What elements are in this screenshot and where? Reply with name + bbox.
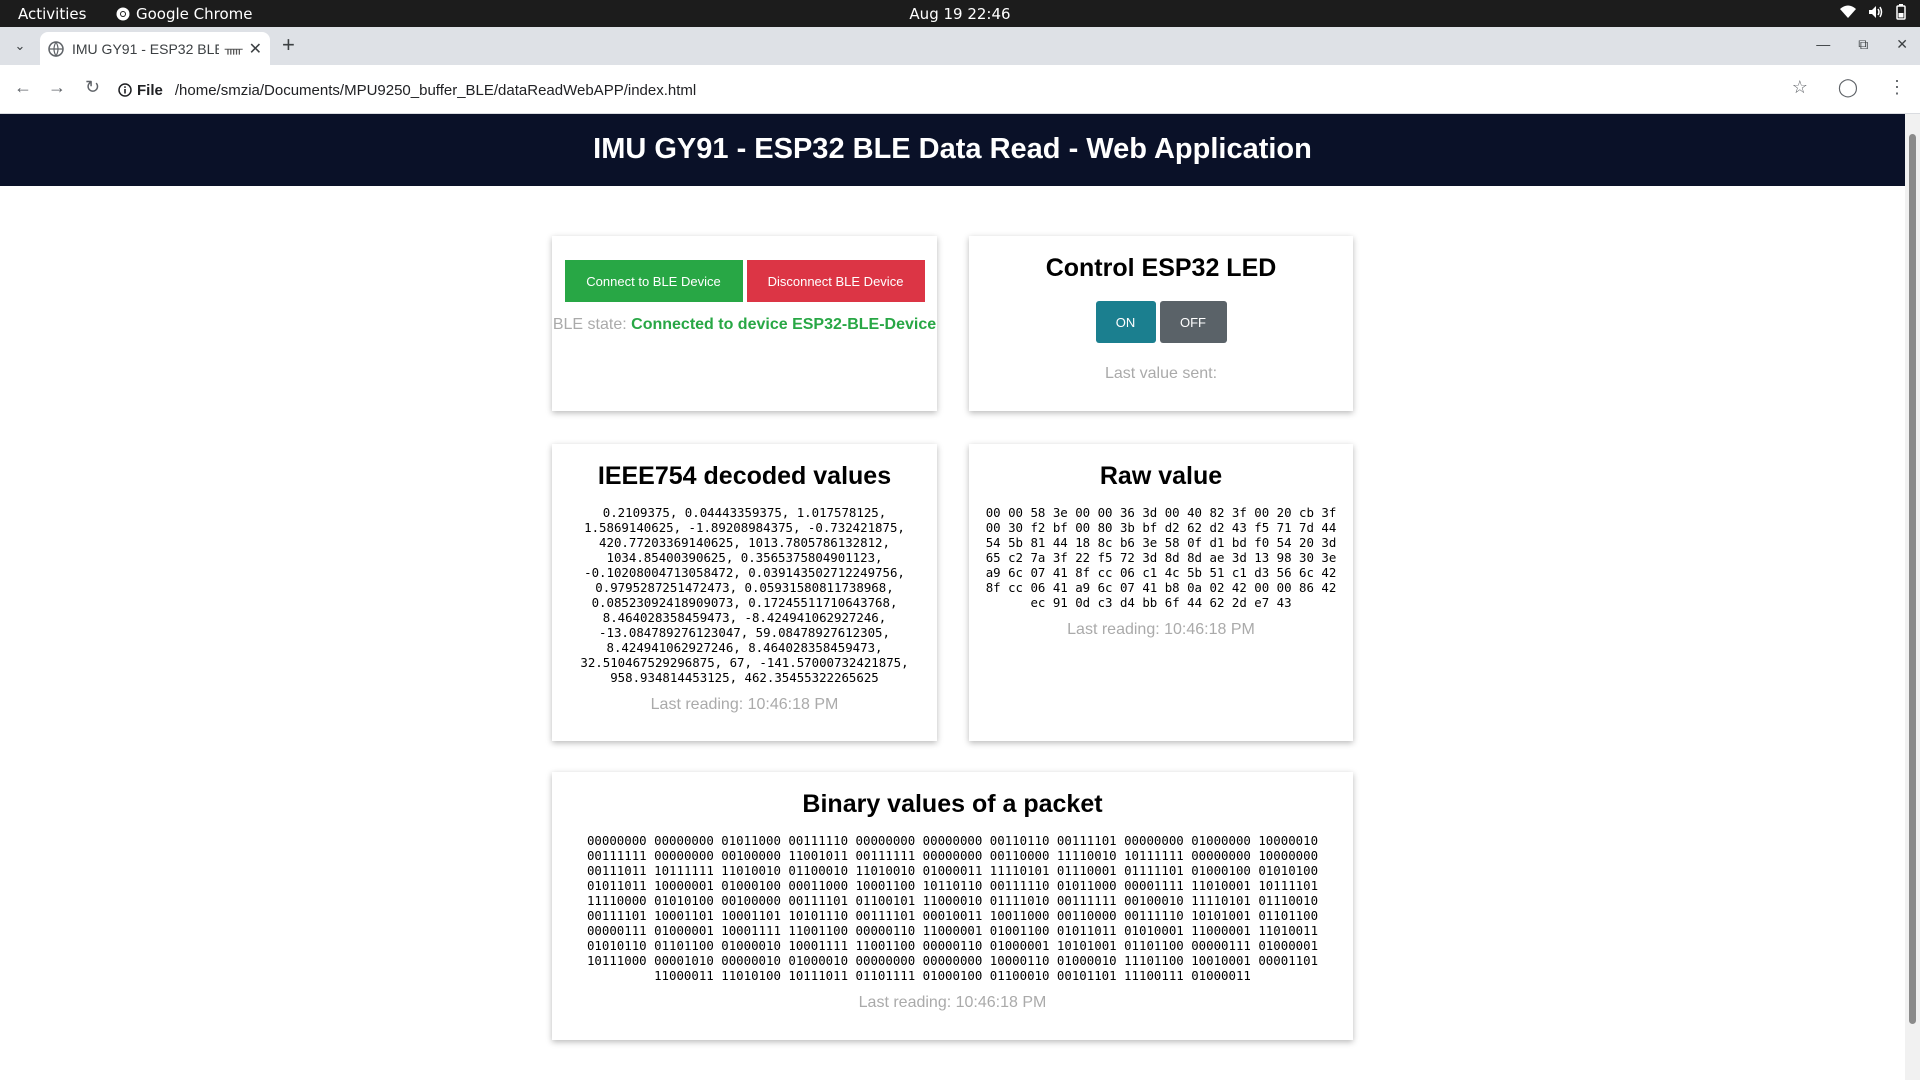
disconnect-ble-button[interactable]: Disconnect BLE Device: [746, 260, 925, 302]
new-tab-icon[interactable]: +: [282, 34, 295, 56]
web-page: IMU GY91 - ESP32 BLE Data Read - Web App…: [0, 114, 1905, 1080]
raw-last-reading: Last reading: 10:46:18 PM: [1067, 621, 1255, 638]
browser-toolbar: ← → ↻ File /home/smzia/Documents/MPU9250…: [0, 65, 1920, 114]
tab-strip: ⌄ IMU GY91 - ESP32 BLE Data Read - Web A…: [0, 27, 1920, 65]
binary-values-text: 00000000 00000000 01011000 00111110 0000…: [586, 833, 1319, 983]
url-scheme-label: File: [137, 81, 163, 99]
bookmark-star-icon[interactable]: ☆: [1792, 77, 1808, 98]
ble-state-value: Connected to device ESP32-BLE-Device: [631, 316, 937, 333]
toolbar-actions: ☆ ◯ ⋮: [1792, 77, 1906, 98]
back-arrow-icon[interactable]: ←: [14, 77, 32, 98]
url-text[interactable]: /home/smzia/Documents/MPU9250_buffer_BLE…: [175, 82, 696, 99]
led-off-button[interactable]: OFF: [1159, 301, 1227, 343]
last-value-sent: Last value sent:: [1104, 365, 1218, 382]
connect-ble-button[interactable]: Connect to BLE Device: [564, 260, 743, 302]
address-bar[interactable]: File /home/smzia/Documents/MPU9250_buffe…: [118, 73, 1768, 107]
bluetooth-icon: ᚅ: [224, 40, 243, 56]
window-controls: — ⧉ ✕: [1816, 36, 1908, 53]
minimize-icon[interactable]: —: [1816, 36, 1830, 53]
wifi-icon: [1840, 5, 1856, 18]
tab-title: IMU GY91 - ESP32 BLE Data Read - Web App…: [72, 40, 219, 57]
decoded-values-card: IEEE754 decoded values 0.2109375, 0.0444…: [552, 444, 937, 741]
browser-tab[interactable]: IMU GY91 - ESP32 BLE Data Read - Web App…: [40, 32, 270, 65]
decoded-last-reading: Last reading: 10:46:18 PM: [650, 696, 839, 713]
binary-card-title: Binary values of a packet: [802, 790, 1103, 818]
site-info-button[interactable]: File: [118, 82, 163, 99]
battery-icon: [1896, 4, 1906, 20]
system-top-bar: Activities Google Chrome Aug 19 22:46: [0, 0, 1920, 27]
raw-value-card: Raw value 00 00 58 3e 00 00 36 3d 00 40 …: [969, 444, 1353, 741]
raw-card-title: Raw value: [1099, 462, 1223, 490]
tab-close-icon[interactable]: ✕: [249, 39, 262, 59]
restore-icon[interactable]: ⧉: [1858, 36, 1868, 53]
menu-kebab-icon[interactable]: ⋮: [1888, 77, 1906, 98]
decoded-card-title: IEEE754 decoded values: [597, 462, 892, 490]
connection-card: Connect to BLE Device Disconnect BLE Dev…: [552, 236, 937, 411]
decoded-values-text: 0.2109375, 0.04443359375, 1.017578125, 1…: [580, 505, 909, 685]
clock[interactable]: Aug 19 22:46: [0, 5, 1920, 23]
ble-state-label: BLE state:: [552, 316, 627, 333]
page-header: IMU GY91 - ESP32 BLE Data Read - Web App…: [0, 114, 1905, 186]
reload-icon[interactable]: ↻: [85, 77, 100, 98]
window-close-icon[interactable]: ✕: [1896, 36, 1908, 53]
globe-icon: [48, 40, 64, 57]
led-card-title: Control ESP32 LED: [1045, 254, 1277, 282]
tab-search-icon[interactable]: ⌄: [10, 36, 30, 56]
page-scrollbar[interactable]: [1905, 114, 1920, 1080]
led-control-card: Control ESP32 LED ON OFF Last value sent…: [969, 236, 1353, 411]
volume-icon: [1869, 6, 1883, 18]
scrollbar-thumb[interactable]: [1909, 134, 1916, 1024]
forward-arrow-icon[interactable]: →: [48, 77, 66, 98]
raw-values-text: 00 00 58 3e 00 00 36 3d 00 40 82 3f 00 2…: [985, 505, 1337, 610]
system-tray[interactable]: [1840, 4, 1906, 20]
binary-last-reading: Last reading: 10:46:18 PM: [858, 994, 1047, 1011]
info-icon: [118, 83, 132, 97]
profile-icon[interactable]: ◯: [1838, 77, 1858, 98]
led-on-button[interactable]: ON: [1095, 301, 1156, 343]
binary-values-card: Binary values of a packet 00000000 00000…: [552, 772, 1353, 1040]
